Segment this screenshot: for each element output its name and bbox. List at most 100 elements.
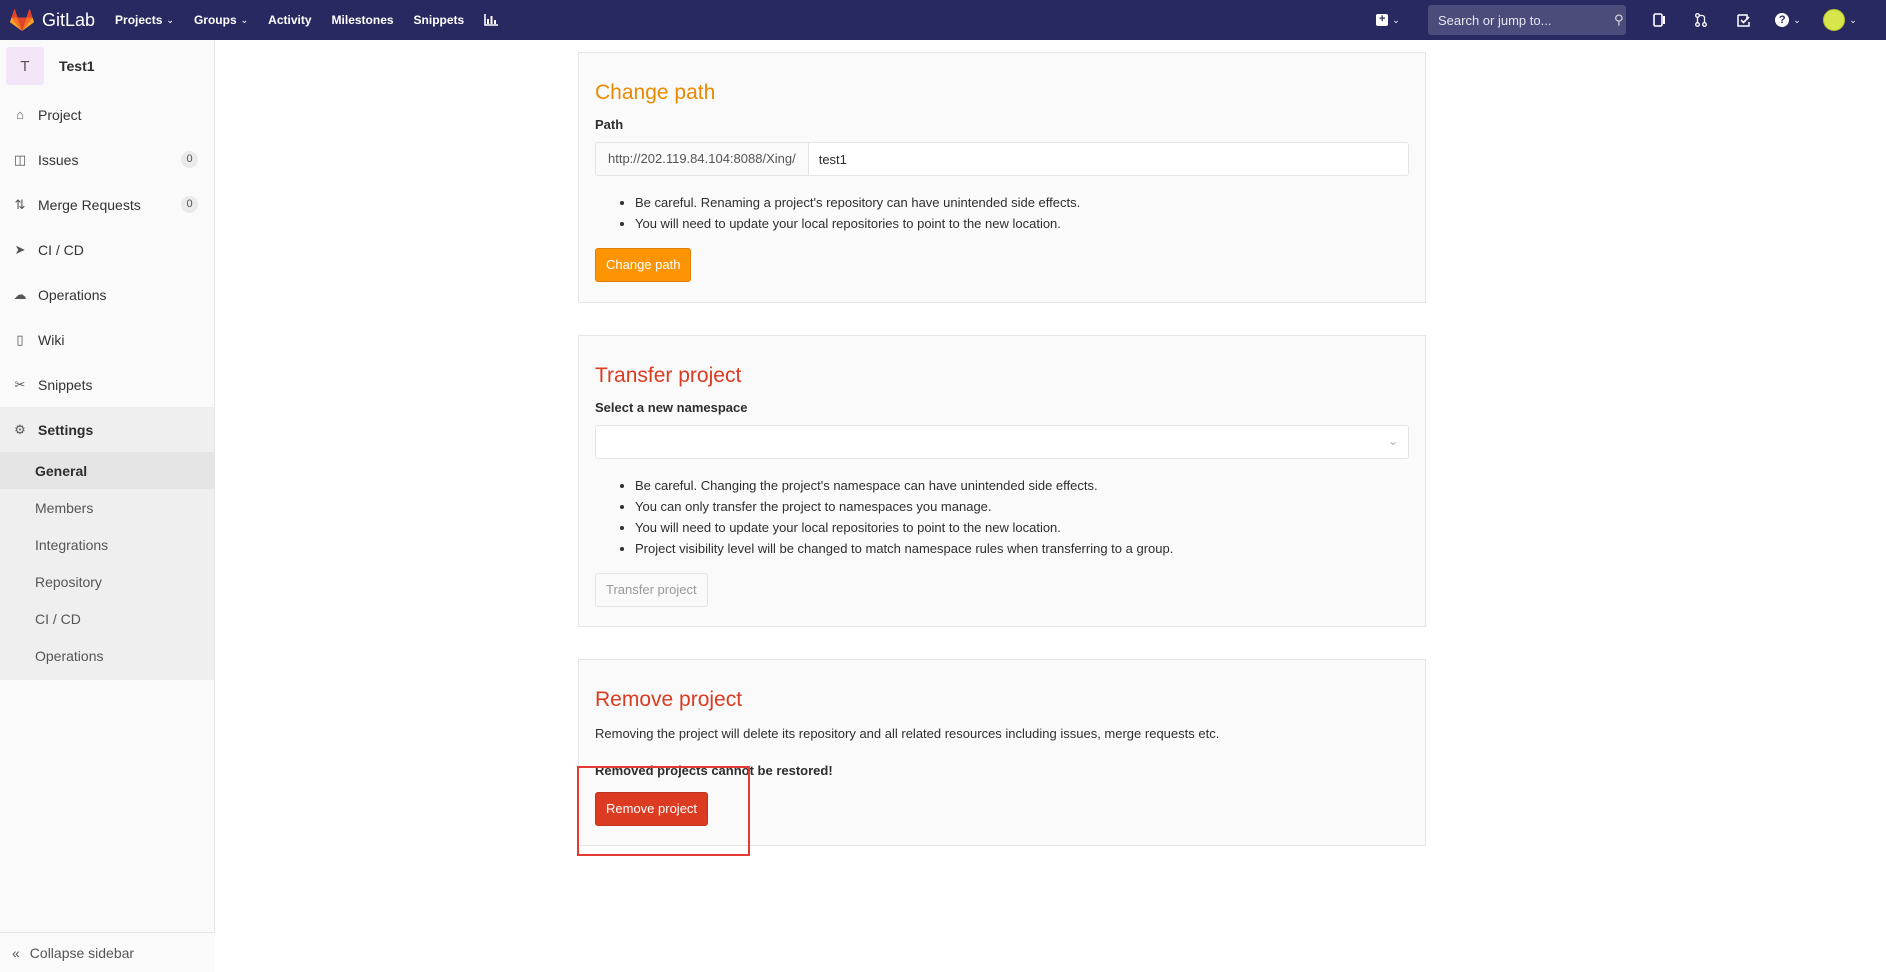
sidebar-subitem-general[interactable]: General	[0, 452, 214, 489]
sidebar-subitem-repository[interactable]: Repository	[0, 563, 214, 600]
sidebar-item-settings[interactable]: ⚙ Settings	[0, 407, 214, 452]
nav-groups-label: Groups	[193, 13, 237, 27]
issues-nav-button[interactable]	[1644, 5, 1674, 35]
sidebar-item-snippets[interactable]: ✂ Snippets	[0, 362, 214, 407]
navbar-right: + ⌄ ⚲ ? ⌄ ⌄	[1370, 0, 1886, 40]
nav-snippets-label: Snippets	[413, 13, 465, 27]
todo-check-icon	[1736, 13, 1750, 27]
issues-icon	[1652, 13, 1665, 27]
sidebar-item-ci-cd[interactable]: ➤ CI / CD	[0, 227, 214, 272]
change-path-title: Change path	[595, 81, 716, 104]
list-item: Be careful. Renaming a project's reposit…	[635, 192, 1409, 213]
path-input-group: http://202.119.84.104:8088/Xing/	[595, 142, 1409, 176]
path-label: Path	[595, 117, 624, 132]
nav-projects[interactable]: Projects ⌄	[115, 13, 174, 27]
search-icon[interactable]: ⚲	[1614, 12, 1624, 28]
brand[interactable]: GitLab	[10, 9, 95, 31]
sidebar-subitem-members[interactable]: Members	[0, 489, 214, 526]
namespace-label: Select a new namespace	[595, 400, 748, 415]
new-dropdown-button[interactable]: + ⌄	[1370, 5, 1406, 35]
sidebar-item-issues[interactable]: ◫ Issues 0	[0, 137, 214, 182]
home-icon: ⌂	[16, 107, 24, 122]
sidebar-item-label: Operations	[38, 286, 107, 303]
rocket-icon: ➤	[14, 241, 26, 257]
sidebar-subitem-operations[interactable]: Operations	[0, 637, 214, 674]
change-path-notes: Be careful. Renaming a project's reposit…	[635, 192, 1409, 234]
sidebar-item-project[interactable]: ⌂ Project	[0, 92, 214, 137]
gear-icon: ⚙	[14, 421, 26, 437]
transfer-project-button[interactable]: Transfer project	[595, 573, 708, 607]
bar-chart-icon	[484, 14, 499, 26]
search-input[interactable]	[1438, 12, 1614, 28]
plus-square-icon: +	[1376, 14, 1389, 26]
nav-activity[interactable]: Activity	[268, 13, 311, 27]
chevron-down-icon: ⌄	[1387, 434, 1398, 448]
list-item: You will need to update your local repos…	[635, 517, 1409, 538]
nav-snippets[interactable]: Snippets	[414, 13, 465, 27]
chevron-down-icon: ⌄	[166, 14, 174, 25]
question-circle-icon: ?	[1775, 13, 1790, 27]
settings-submenu: General Members Integrations Repository …	[0, 452, 214, 680]
chevron-down-icon: ⌄	[1793, 14, 1801, 25]
list-item: You will need to update your local repos…	[635, 213, 1409, 234]
project-name: Test1	[59, 58, 95, 74]
list-item: You can only transfer the project to nam…	[635, 496, 1409, 517]
path-prefix: http://202.119.84.104:8088/Xing/	[595, 142, 808, 176]
nav-milestones-label: Milestones	[331, 13, 394, 27]
sidebar-item-label: CI / CD	[38, 241, 84, 258]
gitlab-logo-icon	[10, 9, 34, 31]
issues-count-badge: 0	[181, 151, 198, 168]
search-box[interactable]: ⚲	[1428, 5, 1626, 35]
help-dropdown-button[interactable]: ? ⌄	[1770, 5, 1806, 35]
user-menu-button[interactable]: ⌄	[1818, 5, 1862, 35]
merge-requests-count-badge: 0	[181, 196, 198, 213]
book-icon: ▯	[16, 331, 24, 347]
path-input[interactable]	[807, 142, 1409, 176]
sidebar-item-label: Snippets	[38, 376, 93, 393]
nav-activity-label: Activity	[268, 13, 312, 27]
nav-groups[interactable]: Groups ⌄	[194, 13, 248, 27]
sidebar-subitem-integrations[interactable]: Integrations	[0, 526, 214, 563]
todos-nav-button[interactable]	[1728, 5, 1758, 35]
sidebar-item-merge-requests[interactable]: ⇅ Merge Requests 0	[0, 182, 214, 227]
list-item: Project visibility level will be changed…	[635, 538, 1409, 559]
remove-project-panel: Remove project Removing the project will…	[578, 659, 1426, 846]
remove-project-title: Remove project	[595, 688, 743, 711]
sidebar-subitem-ci-cd[interactable]: CI / CD	[0, 600, 214, 637]
chevron-down-icon: ⌄	[240, 14, 249, 25]
merge-requests-nav-button[interactable]	[1686, 5, 1716, 35]
sidebar-item-label: Merge Requests	[38, 196, 141, 213]
issues-icon: ◫	[13, 151, 27, 167]
list-item: Be careful. Changing the project's names…	[635, 475, 1409, 496]
collapse-sidebar-button[interactable]: « Collapse sidebar	[0, 932, 215, 972]
sidebar-item-operations[interactable]: ☁ Operations	[0, 272, 214, 317]
chevron-down-icon: ⌄	[1392, 14, 1400, 25]
user-avatar	[1823, 9, 1846, 31]
chart-icon[interactable]	[484, 14, 499, 26]
project-sidebar: T Test1 ⌂ Project ◫ Issues 0 ⇅ Merge Req…	[0, 40, 215, 972]
sidebar-item-label: Settings	[38, 421, 94, 438]
nav-milestones[interactable]: Milestones	[332, 13, 394, 27]
transfer-project-title: Transfer project	[595, 364, 742, 387]
chevron-down-icon: ⌄	[1849, 14, 1857, 25]
merge-request-icon: ⇅	[14, 196, 26, 212]
sidebar-item-label: Project	[38, 106, 82, 123]
remove-project-button[interactable]: Remove project	[595, 792, 709, 826]
nav-projects-label: Projects	[115, 13, 163, 27]
merge-request-icon	[1695, 13, 1707, 27]
namespace-select[interactable]: ⌄	[595, 425, 1409, 459]
remove-warning: Removed projects cannot be restored!	[595, 763, 833, 778]
transfer-project-panel: Transfer project Select a new namespace …	[578, 335, 1426, 627]
change-path-button[interactable]: Change path	[595, 248, 692, 282]
project-avatar: T	[6, 47, 44, 85]
brand-name: GitLab	[42, 9, 96, 30]
sidebar-item-label: Issues	[38, 151, 79, 168]
cloud-gear-icon: ☁	[13, 286, 27, 302]
sidebar-project-header[interactable]: T Test1	[0, 40, 214, 92]
sidebar-item-label: Wiki	[38, 331, 65, 348]
top-navbar: GitLab Projects ⌄ Groups ⌄ Activity Milest…	[0, 0, 1886, 40]
remove-description: Removing the project will delete its rep…	[595, 726, 1220, 741]
transfer-notes: Be careful. Changing the project's names…	[635, 475, 1409, 559]
sidebar-item-wiki[interactable]: ▯ Wiki	[0, 317, 214, 362]
scissors-icon: ✂	[14, 376, 26, 392]
